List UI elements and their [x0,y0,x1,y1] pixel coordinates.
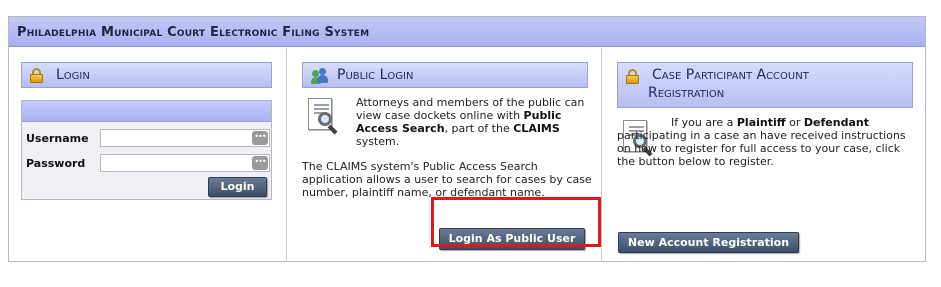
password-row: Password ••• [26,154,270,172]
users-icon [311,68,329,84]
document-search-icon [306,96,340,136]
registration-section-header: Case Participant Account Registration [617,62,913,108]
public-login-intro: Attorneys and members of the public can … [356,96,585,148]
page-title: Philadelphia Municipal Court Electronic … [17,25,370,40]
public-login-title: Public Login [337,67,414,83]
public-login-section-header: Public Login [302,62,588,88]
username-row: Username ••• [26,129,270,147]
login-button[interactable]: Login [208,177,267,197]
registration-title-line1: Case Participant Account [652,67,809,83]
password-label: Password [26,157,86,170]
username-keypad-icon[interactable]: ••• [252,131,268,145]
lock-icon [626,69,639,84]
registration-title-line2: Registration [648,85,725,101]
password-input[interactable]: ••• [100,154,270,172]
main-header: Philadelphia Municipal Court Electronic … [9,17,925,47]
login-section-header: Login [21,62,272,88]
new-account-registration-button[interactable]: New Account Registration [618,232,799,253]
login-column: Login Username ••• Password ••• Login [9,48,287,261]
login-title: Login [56,67,90,83]
username-input[interactable]: ••• [100,129,270,147]
registration-column: Case Participant Account Registration If… [603,48,926,261]
password-keypad-icon[interactable]: ••• [252,156,268,170]
registration-text: If you are a Plaintiff or Defendant part… [617,116,906,168]
login-form-bar [22,101,271,122]
public-login-description: The CLAIMS system's Public Access Search… [302,160,592,199]
username-label: Username [26,132,89,145]
highlight-box [431,197,601,247]
login-form: Username ••• Password ••• Login [21,100,272,200]
lock-icon [30,68,43,83]
